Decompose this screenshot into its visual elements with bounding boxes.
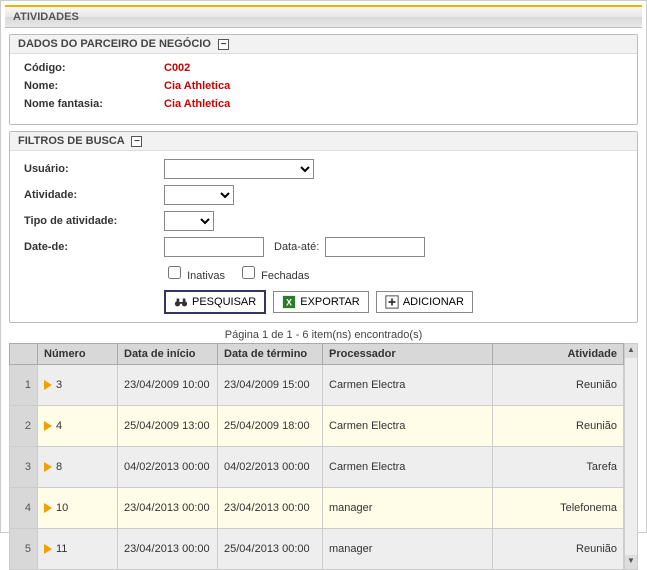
cell-termino: 25/04/2013 00:00 (218, 529, 323, 570)
partner-header-label: DADOS DO PARCEIRO DE NEGÓCIO (18, 38, 211, 50)
row-index: 1 (10, 365, 38, 406)
filters-panel-header: FILTROS DE BUSCA − (10, 132, 637, 151)
cell-atividade: Telefonema (493, 488, 624, 529)
table-row[interactable]: 1323/04/2009 10:0023/04/2009 15:00Carmen… (10, 365, 624, 406)
row-index: 5 (10, 529, 38, 570)
atividade-select[interactable] (164, 185, 234, 205)
cell-numero[interactable]: 3 (38, 365, 118, 406)
cell-inicio: 25/04/2009 13:00 (118, 406, 218, 447)
cell-atividade: Reunião (493, 365, 624, 406)
date-de-input[interactable] (164, 237, 264, 257)
nome-label: Nome: (24, 80, 164, 92)
atividade-label: Atividade: (24, 189, 164, 201)
pesquisar-button[interactable]: PESQUISAR (164, 290, 266, 314)
cell-inicio: 04/02/2013 00:00 (118, 447, 218, 488)
page-title: ATIVIDADES (5, 5, 642, 28)
cell-termino: 23/04/2013 00:00 (218, 488, 323, 529)
fantasia-label: Nome fantasia: (24, 98, 164, 110)
table-row[interactable]: 51123/04/2013 00:0025/04/2013 00:00manag… (10, 529, 624, 570)
minus-icon[interactable]: − (218, 39, 229, 50)
tipo-label: Tipo de atividade: (24, 215, 164, 227)
cell-processador: manager (323, 529, 493, 570)
cell-atividade: Reunião (493, 529, 624, 570)
excel-icon: X (282, 295, 296, 309)
cell-termino: 25/04/2009 18:00 (218, 406, 323, 447)
arrow-right-icon (44, 421, 52, 431)
fechadas-checkbox[interactable] (242, 266, 255, 279)
results-table-wrap: Número Data de início Data de término Pr… (9, 343, 638, 570)
col-rownum (10, 344, 38, 365)
partner-panel: DADOS DO PARCEIRO DE NEGÓCIO − Código: C… (9, 34, 638, 125)
row-index: 2 (10, 406, 38, 447)
arrow-right-icon (44, 544, 52, 554)
arrow-right-icon (44, 380, 52, 390)
pagination-info: Página 1 de 1 - 6 item(ns) encontrado(s) (5, 329, 642, 341)
filters-panel: FILTROS DE BUSCA − Usuário: Atividade: T… (9, 131, 638, 323)
arrow-right-icon (44, 462, 52, 472)
table-row[interactable]: 2425/04/2009 13:0025/04/2009 18:00Carmen… (10, 406, 624, 447)
data-ate-input[interactable] (325, 237, 425, 257)
cell-termino: 23/04/2009 15:00 (218, 365, 323, 406)
cell-processador: Carmen Electra (323, 406, 493, 447)
cell-inicio: 23/04/2013 00:00 (118, 529, 218, 570)
usuario-label: Usuário: (24, 163, 164, 175)
cell-termino: 04/02/2013 00:00 (218, 447, 323, 488)
col-processador[interactable]: Processador (323, 344, 493, 365)
svg-text:X: X (286, 298, 292, 308)
usuario-select[interactable] (164, 159, 314, 179)
scroll-down-icon[interactable]: ▼ (625, 555, 637, 569)
results-table: Número Data de início Data de término Pr… (9, 343, 624, 570)
data-ate-label: Data-até: (274, 241, 319, 253)
col-inicio[interactable]: Data de início (118, 344, 218, 365)
filters-header-label: FILTROS DE BUSCA (18, 135, 124, 147)
cell-inicio: 23/04/2009 10:00 (118, 365, 218, 406)
exportar-button[interactable]: X EXPORTAR (273, 291, 369, 313)
cell-atividade: Tarefa (493, 447, 624, 488)
cell-atividade: Reunião (493, 406, 624, 447)
tipo-select[interactable] (164, 211, 214, 231)
cell-numero[interactable]: 11 (38, 529, 118, 570)
fechadas-option[interactable]: Fechadas (238, 270, 309, 282)
fantasia-value: Cia Athletica (164, 98, 230, 110)
col-numero[interactable]: Número (38, 344, 118, 365)
partner-panel-header: DADOS DO PARCEIRO DE NEGÓCIO − (10, 35, 637, 54)
inativas-option[interactable]: Inativas (164, 270, 225, 282)
cell-numero[interactable]: 8 (38, 447, 118, 488)
binoculars-icon (174, 295, 188, 309)
codigo-label: Código: (24, 62, 164, 74)
plus-icon (385, 295, 399, 309)
nome-value: Cia Athletica (164, 80, 230, 92)
col-atividade[interactable]: Atividade (493, 344, 624, 365)
row-index: 3 (10, 447, 38, 488)
inativas-checkbox[interactable] (168, 266, 181, 279)
cell-numero[interactable]: 10 (38, 488, 118, 529)
scroll-up-icon[interactable]: ▲ (625, 344, 637, 358)
cell-processador: manager (323, 488, 493, 529)
minus-icon[interactable]: − (131, 136, 142, 147)
table-row[interactable]: 41023/04/2013 00:0023/04/2013 00:00manag… (10, 488, 624, 529)
codigo-value: C002 (164, 62, 190, 74)
date-de-label: Date-de: (24, 241, 164, 253)
arrow-right-icon (44, 503, 52, 513)
col-termino[interactable]: Data de término (218, 344, 323, 365)
vertical-scrollbar[interactable]: ▲ ▼ (624, 343, 638, 570)
cell-inicio: 23/04/2013 00:00 (118, 488, 218, 529)
adicionar-button[interactable]: ADICIONAR (376, 291, 473, 313)
row-index: 4 (10, 488, 38, 529)
cell-processador: Carmen Electra (323, 447, 493, 488)
cell-processador: Carmen Electra (323, 365, 493, 406)
cell-numero[interactable]: 4 (38, 406, 118, 447)
table-row[interactable]: 3804/02/2013 00:0004/02/2013 00:00Carmen… (10, 447, 624, 488)
